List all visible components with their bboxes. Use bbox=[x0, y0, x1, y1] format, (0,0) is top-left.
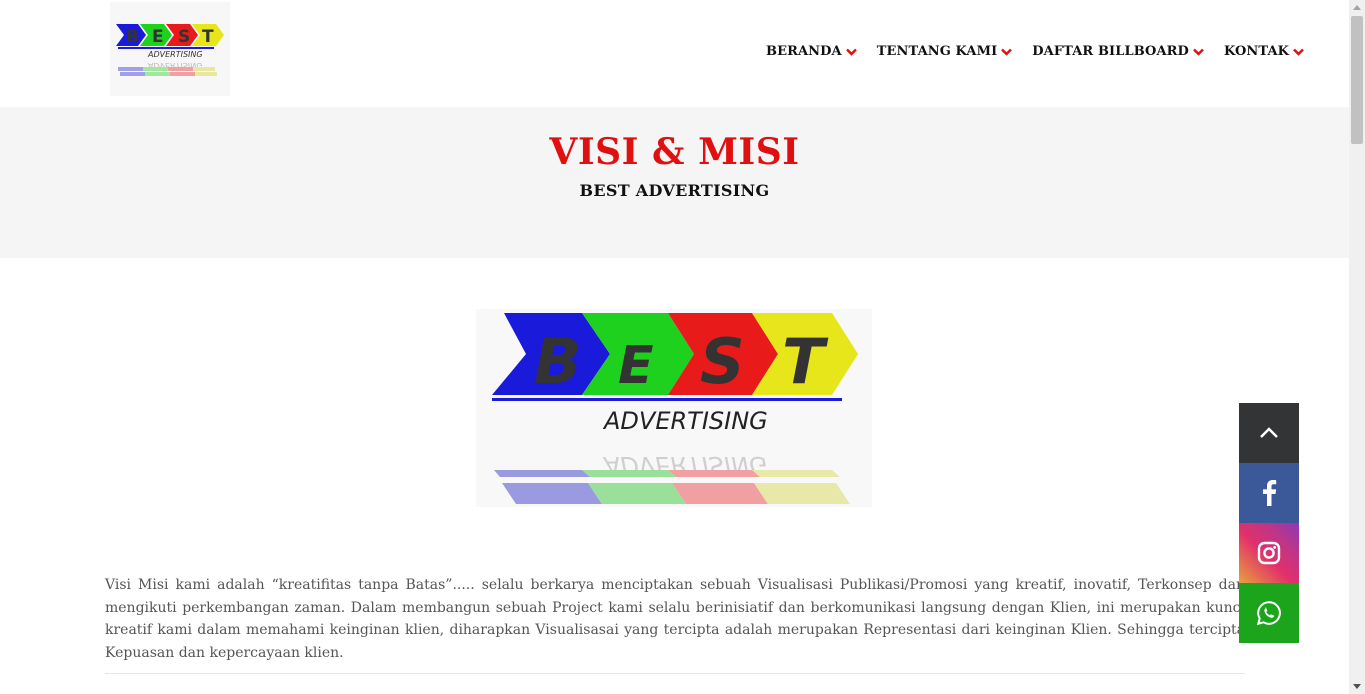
best-advertising-logo: B E S T ADVERTISING ADVERTISING bbox=[476, 309, 872, 507]
main-nav: BERANDA TENTANG KAMI DAFTAR BILLBOARD KO… bbox=[766, 44, 1324, 59]
facebook-button[interactable] bbox=[1239, 463, 1299, 523]
vision-mission-paragraph: Visi Misi kami adalah “kreatifitas tanpa… bbox=[105, 577, 1245, 661]
whatsapp-icon bbox=[1256, 601, 1281, 626]
nav-item-label: BERANDA bbox=[766, 44, 842, 59]
site-header: B E S T ADVERTISING ADVERTISING BERANDA … bbox=[0, 0, 1349, 107]
chevron-down-icon bbox=[1293, 48, 1304, 56]
svg-text:T: T bbox=[782, 325, 829, 398]
whatsapp-button[interactable] bbox=[1239, 583, 1299, 643]
facebook-icon bbox=[1263, 480, 1277, 506]
svg-text:B: B bbox=[126, 27, 139, 47]
nav-item-label: TENTANG KAMI bbox=[876, 44, 998, 59]
chevron-down-icon bbox=[1193, 48, 1204, 56]
svg-text:ADVERTISING: ADVERTISING bbox=[147, 50, 203, 59]
divider bbox=[105, 673, 1245, 674]
svg-text:E: E bbox=[618, 336, 654, 396]
nav-item-label: DAFTAR BILLBOARD bbox=[1032, 44, 1189, 59]
best-logo-icon: B E S T ADVERTISING ADVERTISING bbox=[492, 313, 858, 504]
page-scrollbar[interactable] bbox=[1349, 0, 1365, 694]
chevron-down-icon bbox=[1001, 48, 1013, 56]
logo-tagline: ADVERTISING bbox=[602, 407, 768, 435]
nav-item-kontak[interactable]: KONTAK bbox=[1224, 44, 1304, 59]
chevron-up-icon bbox=[1260, 427, 1278, 438]
scroll-up-arrow-icon[interactable] bbox=[1349, 0, 1365, 16]
nav-item-tentang-kami[interactable]: TENTANG KAMI bbox=[877, 44, 1013, 59]
svg-text:T: T bbox=[202, 27, 214, 47]
nav-item-daftar-billboard[interactable]: DAFTAR BILLBOARD bbox=[1032, 44, 1204, 59]
nav-item-label: KONTAK bbox=[1223, 44, 1290, 59]
svg-text:E: E bbox=[152, 27, 164, 47]
svg-text:B: B bbox=[534, 325, 581, 398]
svg-text:S: S bbox=[700, 325, 745, 398]
page-subtitle: BEST ADVERTISING bbox=[579, 181, 770, 200]
nav-item-beranda[interactable]: BERANDA bbox=[766, 44, 857, 59]
instagram-button[interactable] bbox=[1239, 523, 1299, 583]
back-to-top-button[interactable] bbox=[1239, 403, 1299, 463]
site-logo[interactable]: B E S T ADVERTISING ADVERTISING bbox=[110, 2, 230, 96]
best-logo-small-icon: B E S T ADVERTISING ADVERTISING bbox=[116, 24, 224, 76]
instagram-icon bbox=[1257, 541, 1281, 565]
svg-text:S: S bbox=[178, 27, 190, 47]
scroll-thumb[interactable] bbox=[1351, 16, 1363, 144]
page-hero: VISI & MISI BEST ADVERTISING bbox=[0, 107, 1349, 258]
chevron-down-icon bbox=[845, 48, 857, 56]
page-title: VISI & MISI bbox=[549, 131, 800, 173]
scroll-down-arrow-icon[interactable] bbox=[1349, 678, 1365, 694]
